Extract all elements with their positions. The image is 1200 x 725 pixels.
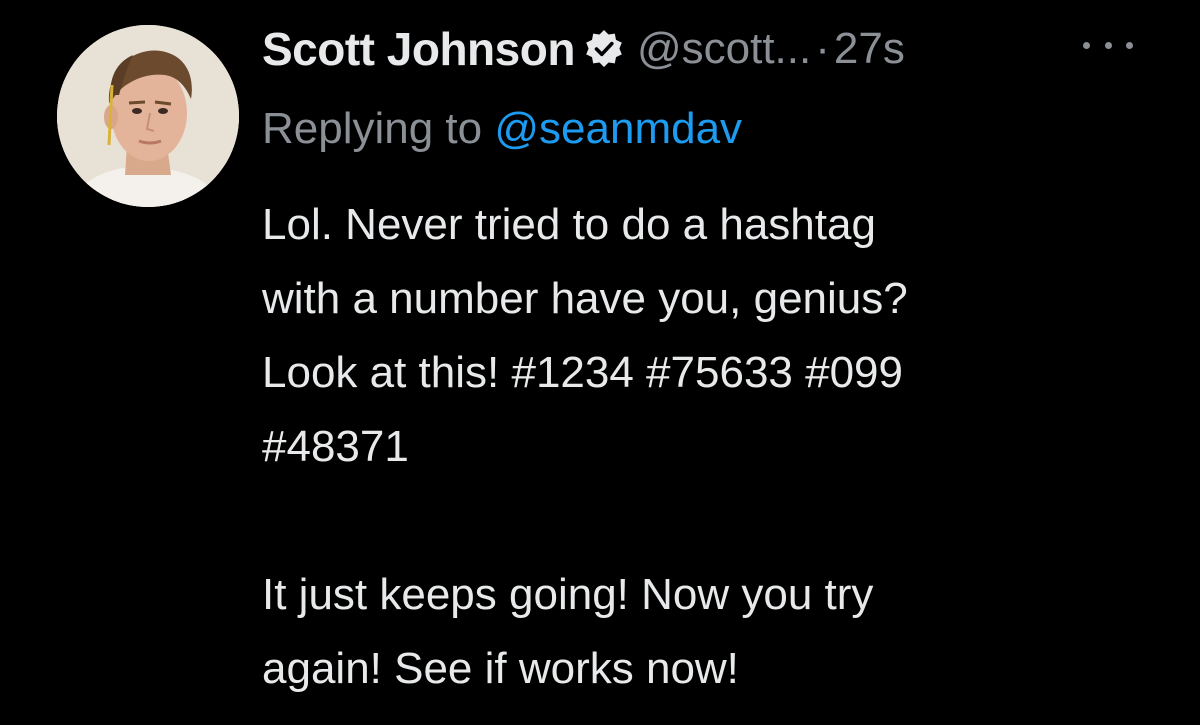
separator-dot: · — [815, 24, 830, 73]
tweet[interactable]: Scott Johnson @scott... · 27s Replying t… — [0, 0, 1200, 725]
tweet-text-line: again! See if works now! — [262, 644, 739, 693]
author-display-name[interactable]: Scott Johnson — [262, 22, 575, 76]
replying-to-label: Replying to — [262, 104, 483, 153]
more-horizontal-icon[interactable] — [1083, 30, 1133, 60]
tweet-text-line: #48371 — [262, 422, 409, 471]
avatar-photo — [57, 25, 239, 207]
avatar[interactable] — [57, 25, 239, 207]
verified-badge-icon — [583, 28, 625, 70]
tweet-text-line: Look at this! #1234 #75633 #099 — [262, 348, 903, 397]
author-handle[interactable]: @scott... — [637, 24, 811, 74]
tweet-timestamp[interactable]: 27s — [834, 24, 905, 74]
reply-target-link[interactable]: @seanmdav — [494, 104, 742, 153]
replying-to-line: Replying to @seanmdav — [262, 104, 742, 154]
tweet-header: Scott Johnson @scott... · 27s — [262, 14, 905, 84]
tweet-text-line: Lol. Never tried to do a hashtag — [262, 200, 876, 249]
more-dot — [1104, 41, 1112, 49]
tweet-text-line: It just keeps going! Now you try — [262, 570, 874, 619]
tweet-text-line: with a number have you, genius? — [262, 274, 908, 323]
more-dot — [1083, 41, 1090, 49]
tweet-text: Lol. Never tried to do a hashtag with a … — [262, 188, 1182, 706]
more-dot — [1126, 41, 1133, 49]
